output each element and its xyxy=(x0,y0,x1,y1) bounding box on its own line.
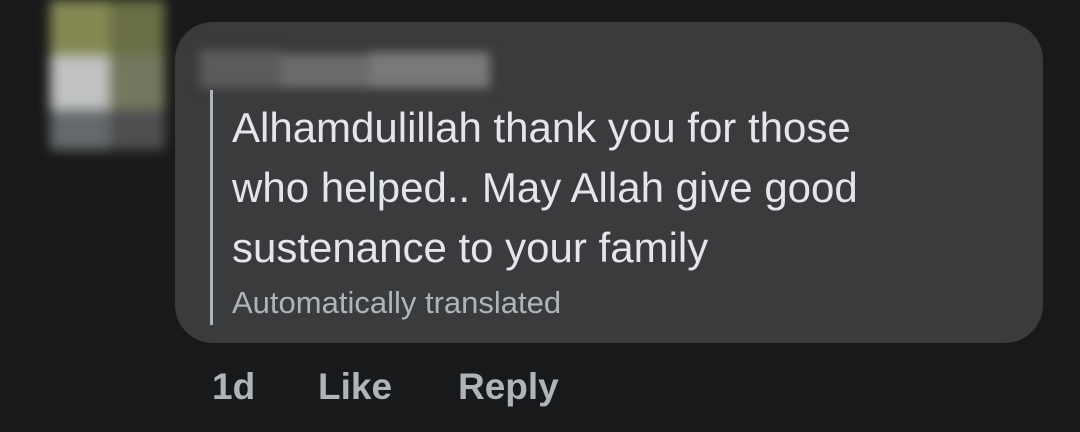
reply-button[interactable]: Reply xyxy=(458,366,559,408)
avatar[interactable] xyxy=(30,0,165,150)
translation-quote-bar xyxy=(210,90,213,325)
comment-text: Alhamdulillah thank you for those who he… xyxy=(232,104,858,271)
comment-timestamp[interactable]: 1d xyxy=(212,366,255,408)
like-button[interactable]: Like xyxy=(318,366,392,408)
translation-note[interactable]: Automatically translated xyxy=(232,283,561,323)
comment-screen: Alhamdulillah thank you for those who he… xyxy=(0,0,1080,432)
comment-author-name[interactable] xyxy=(200,50,490,90)
